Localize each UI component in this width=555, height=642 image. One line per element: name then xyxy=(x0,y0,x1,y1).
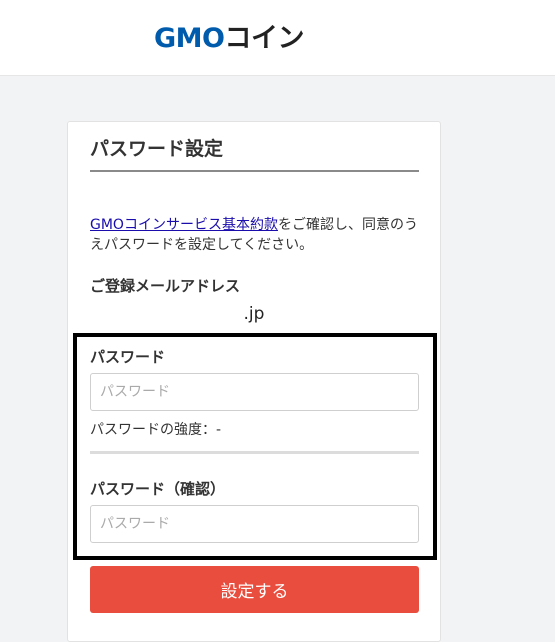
title-divider xyxy=(90,170,419,172)
password-input[interactable] xyxy=(90,373,419,411)
confirm-password-input[interactable] xyxy=(90,505,419,543)
password-strength-bar xyxy=(90,451,419,454)
page-title: パスワード設定 xyxy=(90,138,224,160)
password-strength-text: パスワードの強度：- xyxy=(90,422,222,438)
site-header: GMOコイン xyxy=(0,0,555,76)
logo-coin-text: コイン xyxy=(224,23,304,54)
password-setup-card: パスワード設定 GMOコインサービス基本約款をご確認し、同意のうえパスワードを設… xyxy=(67,121,441,642)
terms-link[interactable]: GMOコインサービス基本約款 xyxy=(90,217,278,233)
password-label: パスワード xyxy=(90,348,166,366)
confirm-password-label: パスワード（確認） xyxy=(90,480,226,498)
email-label: ご登録メールアドレス xyxy=(90,277,241,295)
gmo-coin-logo[interactable]: GMOコイン xyxy=(154,22,304,56)
logo-gmo-text: GMO xyxy=(154,23,225,54)
intro-text: GMOコインサービス基本約款をご確認し、同意のうえパスワードを設定してください。 xyxy=(90,215,422,255)
submit-button[interactable]: 設定する xyxy=(90,566,419,613)
email-value: .jp xyxy=(243,304,265,324)
